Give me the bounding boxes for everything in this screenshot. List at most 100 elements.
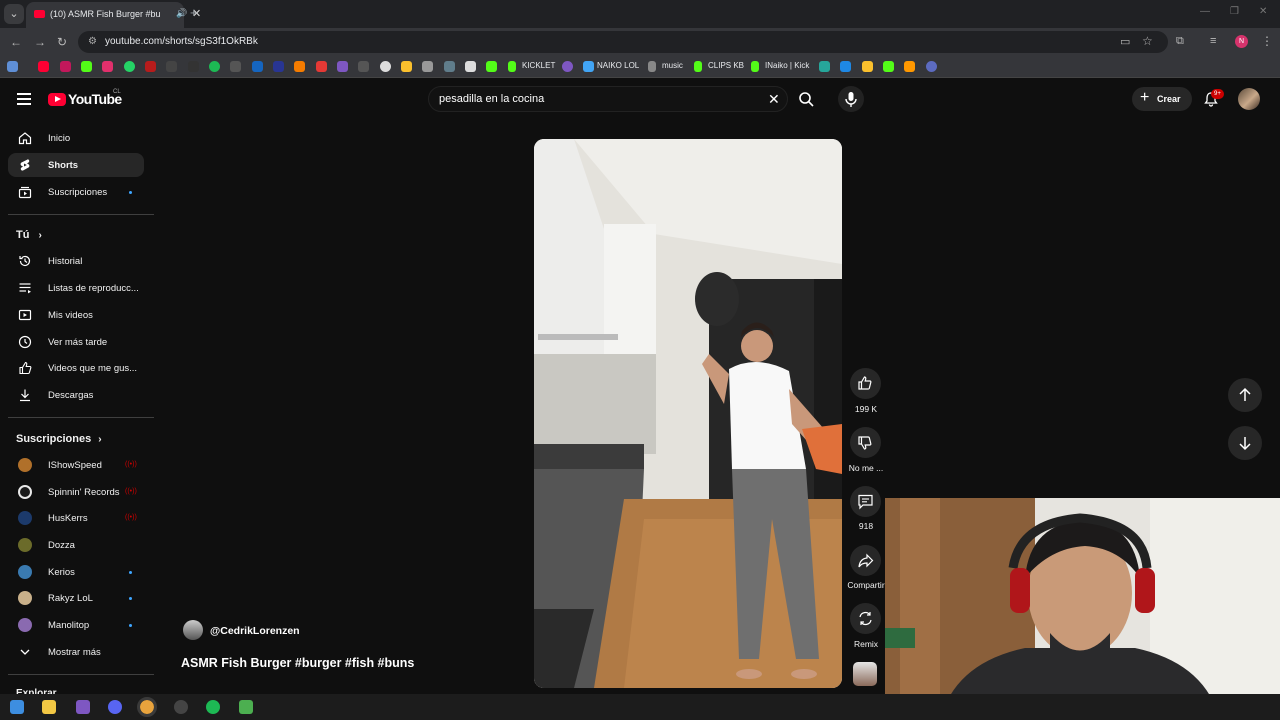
site-info-icon[interactable]: ⚙ [88, 36, 97, 47]
bookmark-inaiko-kick[interactable]: INaiko | Kick [765, 61, 809, 70]
sidebar-item-mis-videos[interactable]: Mis videos [8, 303, 144, 327]
sidebar-item-descargas[interactable]: Descargas [8, 383, 144, 407]
sidebar-subscriptions-header[interactable]: Suscripciones › [16, 433, 102, 445]
tab-audio-icon[interactable]: 🔊 [176, 8, 187, 19]
sidebar-channel[interactable]: HusKerrs ((•)) [8, 506, 144, 530]
bookmark-icon[interactable] [926, 61, 937, 72]
previous-short-button[interactable] [1228, 378, 1262, 412]
maximize-icon[interactable]: ❐ [1230, 6, 1239, 17]
bookmark-icon[interactable] [316, 61, 327, 72]
bookmark-icon[interactable] [465, 61, 476, 72]
bookmark-spotify-icon[interactable] [209, 61, 220, 72]
sidebar-item-ver-mas-tarde[interactable]: Ver más tarde [8, 330, 144, 354]
share-button[interactable] [850, 545, 881, 576]
bookmark-icon[interactable] [840, 61, 851, 72]
bookmark-kick-naiko-icon[interactable] [751, 61, 759, 72]
file-explorer-icon[interactable] [42, 700, 56, 714]
bookmark-naiko-icon[interactable] [583, 61, 594, 72]
bookmark-icon[interactable] [444, 61, 455, 72]
bookmark-clips-kb[interactable]: CLIPS KB [708, 61, 744, 70]
hamburger-menu-icon[interactable] [17, 93, 31, 105]
bookmark-icon[interactable] [145, 61, 156, 72]
address-bar[interactable]: ⚙ youtube.com/shorts/sgS3f1OkRBk [78, 31, 1168, 53]
bookmark-icon[interactable] [904, 61, 915, 72]
channel-avatar[interactable] [183, 620, 203, 640]
apps-icon[interactable] [7, 61, 18, 72]
taskbar-app-icon[interactable] [239, 700, 253, 714]
taskbar-app-icon[interactable] [76, 700, 90, 714]
discord-icon[interactable] [108, 700, 122, 714]
bookmark-kicklet-icon[interactable] [508, 61, 516, 72]
bookmark-icon[interactable] [819, 61, 830, 72]
create-button[interactable]: + Crear [1132, 87, 1192, 111]
bookmark-icon[interactable] [380, 61, 391, 72]
sound-thumbnail[interactable] [853, 662, 877, 686]
clear-search-icon[interactable]: ✕ [768, 91, 780, 108]
sidebar-channel[interactable]: IShowSpeed ((•)) [8, 453, 144, 477]
remix-button[interactable] [850, 603, 881, 634]
voice-search-button[interactable] [838, 86, 864, 112]
bookmark-tiktok-icon[interactable] [188, 61, 199, 72]
bookmark-icon[interactable] [230, 61, 241, 72]
minimize-icon[interactable]: — [1200, 6, 1210, 17]
sidebar-item-historial[interactable]: Historial [8, 249, 144, 273]
sidebar-you-header[interactable]: Tú › [16, 229, 42, 241]
sidebar-item-inicio[interactable]: Inicio [8, 126, 144, 150]
bookmark-icon[interactable] [60, 61, 71, 72]
bookmark-music-icon[interactable] [648, 61, 656, 72]
bookmark-x-icon[interactable] [166, 61, 177, 72]
cast-icon[interactable]: ▭ [1120, 35, 1130, 48]
bookmark-icon[interactable] [401, 61, 412, 72]
chrome-icon[interactable] [137, 697, 157, 717]
sidebar-item-playlists[interactable]: Listas de reproducc... [8, 276, 144, 300]
sidebar-channel[interactable]: Dozza [8, 533, 144, 557]
bookmark-whatsapp-icon[interactable] [124, 61, 135, 72]
forward-icon[interactable]: → [34, 35, 46, 49]
profile-avatar[interactable]: N [1235, 35, 1248, 48]
bookmark-icon[interactable] [562, 61, 573, 72]
bookmark-instagram-icon[interactable] [102, 61, 113, 72]
bookmark-icon[interactable] [862, 61, 873, 72]
bookmark-icon[interactable] [486, 61, 497, 72]
bookmark-icon[interactable] [358, 61, 369, 72]
bookmark-youtube-icon[interactable] [38, 61, 49, 72]
shorts-video-player[interactable] [534, 139, 842, 688]
sidebar-channel[interactable]: Manolitop [8, 613, 144, 637]
bookmark-icon[interactable] [252, 61, 263, 72]
sidebar-item-suscripciones[interactable]: Suscripciones [8, 180, 144, 204]
media-controls-icon[interactable]: ≡ [1210, 35, 1216, 47]
bookmark-clips-icon[interactable] [694, 61, 702, 72]
youtube-logo-icon[interactable] [48, 93, 66, 106]
bookmark-naiko-lol[interactable]: NAIKO LOL [597, 61, 639, 70]
extensions-icon[interactable]: ⧉ [1176, 35, 1184, 48]
obs-icon[interactable] [174, 700, 188, 714]
sidebar-channel[interactable]: Kerios [8, 560, 144, 584]
sidebar-channel[interactable]: Rakyz LoL [8, 586, 144, 610]
bookmark-kicklet[interactable]: KICKLET [522, 61, 555, 70]
sidebar-channel[interactable]: Spinnin' Records ((•)) [8, 480, 144, 504]
short-title[interactable]: ASMR Fish Burger #burger #fish #buns [181, 656, 414, 670]
new-tab-button[interactable]: + [190, 5, 198, 20]
sidebar-item-liked-videos[interactable]: Videos que me gus... [8, 356, 144, 380]
bookmark-icon[interactable] [422, 61, 433, 72]
bookmark-music[interactable]: music [662, 61, 683, 70]
browser-tab[interactable]: (10) ASMR Fish Burger #bu 🔊 ✕ [26, 2, 201, 28]
tab-search-button[interactable]: ⌄ [4, 4, 24, 24]
sidebar-show-more[interactable]: Mostrar más [8, 640, 144, 664]
search-button[interactable] [790, 86, 824, 112]
bookmark-icon[interactable] [883, 61, 894, 72]
back-icon[interactable]: ← [10, 35, 22, 49]
like-button[interactable] [850, 368, 881, 399]
comments-button[interactable] [850, 486, 881, 517]
bookmark-star-icon[interactable]: ☆ [1142, 34, 1153, 48]
account-avatar[interactable] [1238, 88, 1260, 110]
reload-icon[interactable]: ↻ [57, 35, 67, 49]
browser-menu-icon[interactable]: ⋮ [1261, 34, 1273, 48]
bookmark-icon[interactable] [337, 61, 348, 72]
channel-handle[interactable]: @CedrikLorenzen [210, 625, 300, 637]
dislike-button[interactable] [850, 427, 881, 458]
windows-start-icon[interactable] [10, 700, 24, 714]
bookmark-kick-icon[interactable] [81, 61, 92, 72]
next-short-button[interactable] [1228, 426, 1262, 460]
spotify-icon[interactable] [206, 700, 220, 714]
